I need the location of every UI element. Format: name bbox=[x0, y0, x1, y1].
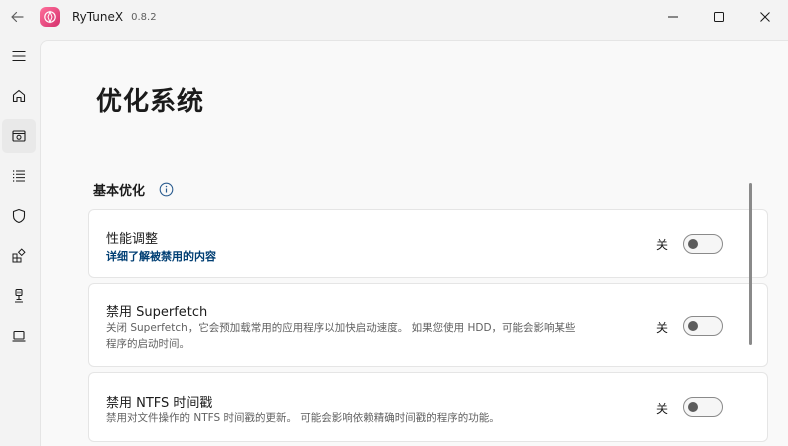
toggle-state-label: 关 bbox=[656, 238, 669, 252]
performance-toggle[interactable] bbox=[683, 234, 723, 254]
card-title: 禁用 Superfetch bbox=[106, 305, 208, 320]
back-button[interactable] bbox=[2, 0, 32, 34]
setting-card-performance: 性能调整 详细了解被禁用的内容 关 bbox=[88, 209, 768, 278]
section-header: 基本优化 bbox=[93, 180, 174, 199]
nav-packages[interactable] bbox=[2, 239, 36, 273]
toggle-knob bbox=[688, 321, 698, 331]
section-title: 基本优化 bbox=[93, 184, 146, 199]
title-bar: RyTuneX 0.8.2 bbox=[0, 0, 788, 34]
logo-icon bbox=[44, 10, 56, 24]
hamburger-menu-icon bbox=[12, 50, 26, 62]
maximize-icon bbox=[714, 12, 724, 22]
learn-more-link[interactable]: 详细了解被禁用的内容 bbox=[106, 248, 216, 264]
sidebar bbox=[0, 34, 40, 446]
card-description: 禁用对文件操作的 NTFS 时间戳的更新。 可能会影响依赖精确时间戳的程序的功能… bbox=[106, 412, 500, 424]
minimize-button[interactable] bbox=[650, 0, 696, 34]
nav-optimize[interactable] bbox=[2, 119, 36, 153]
app-logo bbox=[40, 7, 60, 27]
window-controls bbox=[650, 0, 788, 34]
nav-menu-button[interactable] bbox=[2, 39, 36, 73]
card-title: 禁用 NTFS 时间戳 bbox=[106, 396, 213, 411]
toggle-knob bbox=[688, 402, 698, 412]
app-version: 0.8.2 bbox=[131, 11, 157, 23]
vertical-scrollbar[interactable] bbox=[749, 183, 752, 345]
close-button[interactable] bbox=[742, 0, 788, 34]
toggle-knob bbox=[688, 239, 698, 249]
setting-card-ntfs-timestamp: 禁用 NTFS 时间戳 禁用对文件操作的 NTFS 时间戳的更新。 可能会影响依… bbox=[88, 372, 768, 442]
app-title: RyTuneX bbox=[72, 10, 124, 24]
toggle-state-label: 关 bbox=[656, 321, 669, 335]
optimize-icon bbox=[12, 130, 26, 142]
info-icon[interactable] bbox=[159, 182, 174, 197]
nav-security[interactable] bbox=[2, 199, 36, 233]
description-line: 关闭 Superfetch，它会预加载常用的应用程序以加快启动速度。 如果您使用… bbox=[106, 322, 576, 334]
card-title: 性能调整 bbox=[106, 232, 159, 247]
ntfs-timestamp-toggle[interactable] bbox=[683, 397, 723, 417]
close-icon bbox=[760, 12, 770, 22]
maximize-button[interactable] bbox=[696, 0, 742, 34]
laptop-icon bbox=[12, 330, 26, 342]
shield-icon bbox=[12, 208, 26, 224]
list-icon bbox=[13, 170, 25, 182]
apps-add-icon bbox=[12, 248, 26, 263]
setting-card-superfetch: 禁用 Superfetch 关闭 Superfetch，它会预加载常用的应用程序… bbox=[88, 283, 768, 367]
usb-device-icon bbox=[15, 288, 23, 303]
back-arrow-icon bbox=[11, 11, 24, 23]
toggle-state-label: 关 bbox=[656, 402, 669, 416]
nav-home[interactable] bbox=[2, 79, 36, 113]
minimize-icon bbox=[668, 16, 678, 18]
description-line: 程序的启动时间。 bbox=[106, 338, 190, 350]
nav-network[interactable] bbox=[2, 279, 36, 313]
card-description: 关闭 Superfetch，它会预加载常用的应用程序以加快启动速度。 如果您使用… bbox=[106, 320, 646, 352]
nav-system-info[interactable] bbox=[2, 319, 36, 353]
main-content: 优化系统 基本优化 性能调整 详细了解被禁用的内容 关 禁用 Superfetc… bbox=[40, 40, 788, 446]
page-title: 优化系统 bbox=[96, 87, 205, 117]
nav-apps[interactable] bbox=[2, 159, 36, 193]
home-icon bbox=[12, 89, 26, 103]
superfetch-toggle[interactable] bbox=[683, 316, 723, 336]
